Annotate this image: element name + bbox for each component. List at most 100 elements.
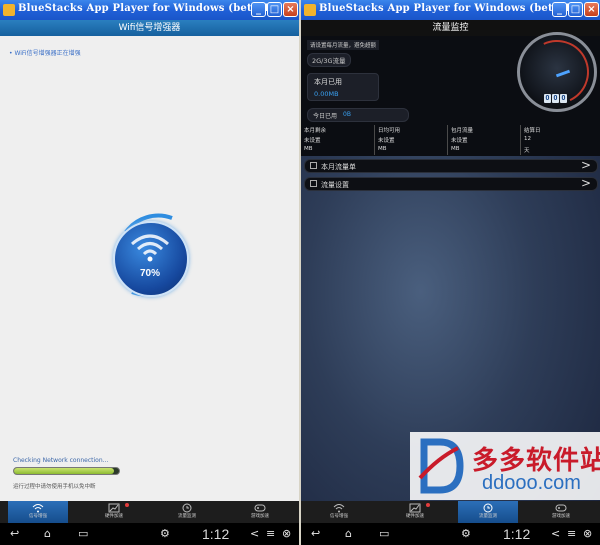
row-label: 本月流量单	[321, 163, 356, 171]
setup-tip[interactable]: 请设置每月流量，避免超额	[307, 40, 380, 50]
close-app-icon[interactable]: ⊗	[583, 527, 592, 540]
progress-fill	[14, 468, 114, 474]
tab-hardware-accel[interactable]: 硬件加速	[84, 501, 144, 523]
tab-hardware-accel[interactable]: 硬件加速	[385, 501, 445, 523]
clock: 1:12	[202, 526, 230, 542]
month-used-value: 0.00MB	[314, 90, 339, 98]
chevron-right-icon: >	[580, 176, 591, 190]
row-traffic-settings[interactable]: 流量设置 >	[304, 176, 598, 191]
row-label: 流量设置	[321, 181, 349, 189]
close-button[interactable]: ×	[283, 2, 298, 17]
close-app-icon[interactable]: ⊗	[282, 527, 291, 540]
tab-label: 信号增强	[330, 514, 348, 519]
site-watermark: 多多软件站 ddooo.com	[410, 432, 600, 500]
chevron-right-icon: >	[580, 158, 591, 172]
chart-icon	[409, 503, 421, 513]
minimize-button[interactable]: _	[552, 2, 567, 17]
clock-icon	[182, 503, 192, 513]
back-icon[interactable]: ↩	[311, 527, 320, 540]
app-header: Wifi信号增强器	[0, 20, 299, 36]
tab-signal-boost[interactable]: 信号增强	[8, 501, 68, 523]
bluestacks-app-icon	[3, 4, 15, 16]
stat-value: 12	[524, 136, 531, 142]
notification-badge	[125, 503, 129, 507]
recent-apps-icon[interactable]: ▭	[78, 527, 88, 540]
mode-selector[interactable]: 2G/3G流量	[307, 53, 351, 67]
maximize-button[interactable]: □	[568, 2, 583, 17]
boost-percentage: 70%	[139, 268, 160, 279]
digit: 0	[552, 94, 559, 103]
today-used-value: 0B	[343, 111, 351, 118]
android-nav-bar: ↩ ⌂ ▭ ⚙ 1:12 < ≡ ⊗	[301, 523, 600, 545]
settings-icon[interactable]: ⚙	[461, 527, 471, 540]
tab-label: 硬件加速	[105, 514, 123, 519]
traffic-summary-panel: 请设置每月流量，避免超额 2G/3G流量 本月已用 0.00MB 今日已用 0B…	[301, 30, 600, 156]
window-titlebar[interactable]: BlueStacks App Player for Windows (beta-…	[301, 0, 600, 20]
minimize-button[interactable]: _	[251, 2, 266, 17]
tab-label: 游戏加速	[552, 514, 570, 519]
stat-header: 结算日	[524, 128, 541, 134]
menu-icon[interactable]: ≡	[266, 527, 275, 540]
window-title: BlueStacks App Player for Windows (beta-…	[18, 3, 275, 14]
stat-unit: MB	[378, 146, 387, 152]
tab-label: 硬件加速	[406, 514, 424, 519]
speedometer-readout: 0 0 0	[544, 94, 567, 103]
ddooo-logo-icon	[418, 438, 464, 494]
tab-label: 流量监测	[178, 514, 196, 519]
tab-signal-boost[interactable]: 信号增强	[309, 501, 369, 523]
watermark-domain: ddooo.com	[482, 472, 581, 494]
tab-label: 游戏加速	[251, 514, 269, 519]
close-button[interactable]: ×	[584, 2, 599, 17]
checking-network-text: Checking Network connection...	[13, 457, 109, 464]
stat-header: 包月流量	[451, 128, 474, 134]
bluestacks-window-left: BlueStacks App Player for Windows (beta-…	[0, 0, 299, 545]
stat-unit: MB	[304, 146, 313, 152]
month-used-label: 本月已用	[314, 78, 342, 86]
tab-traffic-monitor[interactable]: 流量监测	[458, 501, 518, 523]
share-icon[interactable]: <	[551, 527, 560, 540]
chart-icon	[108, 503, 120, 513]
wifi-icon	[32, 504, 44, 513]
back-icon[interactable]: ↩	[10, 527, 19, 540]
stat-monthly-plan: 包月流量 未设置 MB	[447, 125, 520, 155]
wifi-icon	[131, 234, 169, 262]
tab-traffic-monitor[interactable]: 流量监测	[157, 501, 217, 523]
document-icon	[310, 162, 317, 169]
recent-apps-icon[interactable]: ▭	[379, 527, 389, 540]
digit: 0	[544, 94, 551, 103]
tab-label: 流量监测	[479, 514, 497, 519]
stat-daily-available: 日均可用 未设置 MB	[374, 125, 447, 155]
gamepad-icon	[254, 504, 266, 512]
window-title: BlueStacks App Player for Windows (beta-…	[319, 3, 576, 14]
stat-billing-day: 结算日 12 天	[520, 125, 593, 155]
bluestacks-app-icon	[304, 4, 316, 16]
window-titlebar[interactable]: BlueStacks App Player for Windows (beta-…	[0, 0, 299, 20]
stat-remaining: 本月剩余 未设置 MB	[301, 125, 373, 155]
stat-value: 未设置	[304, 138, 321, 144]
gamepad-icon	[555, 504, 567, 512]
share-icon[interactable]: <	[250, 527, 259, 540]
maximize-button[interactable]: □	[267, 2, 282, 17]
clock-icon	[483, 503, 493, 513]
tab-game-boost[interactable]: 游戏加速	[230, 501, 290, 523]
home-icon[interactable]: ⌂	[44, 527, 51, 540]
tab-game-boost[interactable]: 游戏加速	[531, 501, 591, 523]
bottom-tab-bar: 信号增强 硬件加速 流量监测 游戏加速	[0, 501, 299, 523]
settings-list-icon	[310, 180, 317, 187]
clock: 1:12	[503, 526, 531, 542]
home-icon[interactable]: ⌂	[345, 527, 352, 540]
digit: 0	[560, 94, 567, 103]
menu-icon[interactable]: ≡	[567, 527, 576, 540]
settings-icon[interactable]: ⚙	[160, 527, 170, 540]
bottom-tab-bar: 信号增强 硬件加速 流量监测 游戏加速	[301, 501, 600, 523]
android-nav-bar: ↩ ⌂ ▭ ⚙ 1:12 < ≡ ⊗	[0, 523, 299, 545]
stat-unit: MB	[451, 146, 460, 152]
today-used-label: 今日已用	[313, 113, 338, 120]
tab-label: 信号增强	[29, 514, 47, 519]
notification-badge	[426, 503, 430, 507]
stat-value: 未设置	[451, 138, 468, 144]
boost-status-text: • WiFi信号增强器正在增强	[9, 50, 81, 57]
stat-value: 未设置	[378, 138, 395, 144]
wifi-icon	[333, 504, 345, 513]
row-monthly-bill[interactable]: 本月流量单 >	[304, 158, 598, 173]
